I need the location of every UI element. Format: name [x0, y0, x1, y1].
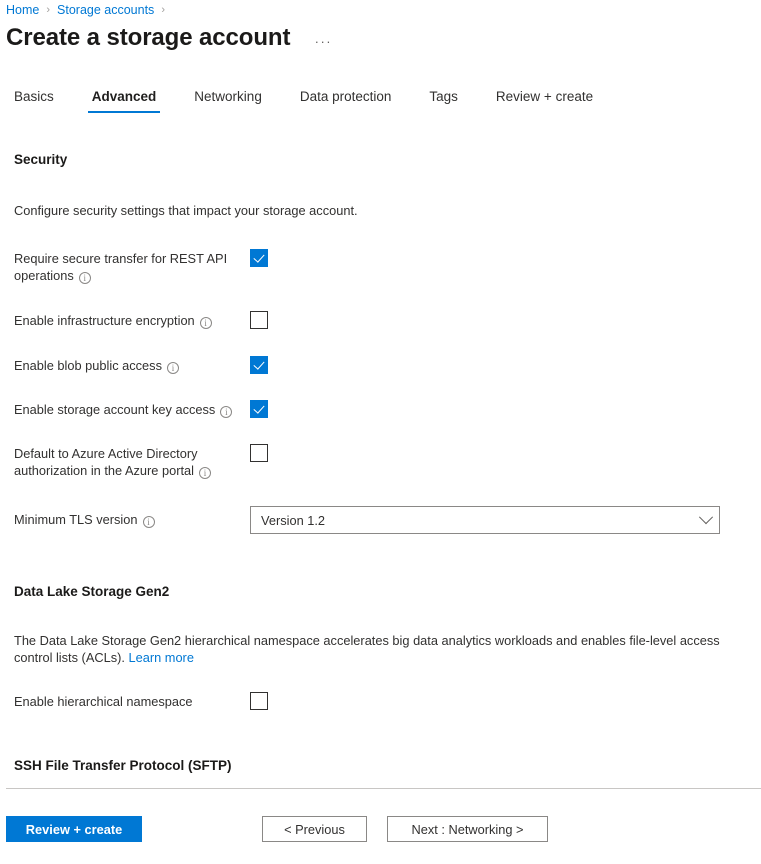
- sftp-section-heading: SSH File Transfer Protocol (SFTP): [14, 758, 232, 773]
- checkbox-azure-ad-authorization[interactable]: [250, 444, 268, 462]
- field-row-infrastructure-encryption: Enable infrastructure encryption i: [14, 311, 761, 329]
- tab-networking[interactable]: Networking: [186, 88, 270, 113]
- label-secure-transfer: Require secure transfer for REST API ope…: [14, 251, 228, 284]
- security-section-heading: Security: [14, 152, 68, 167]
- info-icon[interactable]: i: [199, 317, 212, 329]
- checkbox-hierarchical-namespace[interactable]: [250, 692, 268, 710]
- checkbox-secure-transfer[interactable]: [250, 249, 268, 267]
- breadcrumb-item-home[interactable]: Home: [6, 3, 39, 17]
- learn-more-link[interactable]: Learn more: [129, 650, 194, 665]
- dropdown-minimum-tls-version[interactable]: Version 1.2: [250, 506, 720, 534]
- info-icon[interactable]: i: [220, 406, 233, 418]
- label-minimum-tls-version: Minimum TLS version i: [14, 506, 250, 528]
- wizard-footer: Review + create < Previous Next : Networ…: [0, 816, 761, 844]
- wizard-tabs: Basics Advanced Networking Data protecti…: [6, 88, 623, 120]
- tab-review-create[interactable]: Review + create: [488, 88, 601, 113]
- breadcrumb-item-storage-accounts[interactable]: Storage accounts: [57, 3, 154, 17]
- advanced-tab-panel: Security Configure security settings tha…: [0, 150, 761, 776]
- label-hierarchical-namespace: Enable hierarchical namespace: [14, 694, 193, 709]
- info-icon[interactable]: i: [166, 362, 179, 374]
- label-storage-account-key-access: Enable storage account key access i: [14, 400, 250, 418]
- label-blob-public-access: Enable blob public access i: [14, 356, 250, 374]
- checkbox-infrastructure-encryption[interactable]: [250, 311, 268, 329]
- label-infrastructure-encryption: Enable infrastructure encryption i: [14, 311, 250, 329]
- datalake-section-description: The Data Lake Storage Gen2 hierarchical …: [14, 633, 720, 665]
- info-icon[interactable]: i: [198, 467, 211, 479]
- info-icon[interactable]: i: [142, 516, 155, 528]
- field-row-blob-public-access: Enable blob public access i: [14, 356, 761, 374]
- breadcrumb: Home › Storage accounts ›: [6, 0, 172, 20]
- checkbox-blob-public-access[interactable]: [250, 356, 268, 374]
- review-create-button[interactable]: Review + create: [6, 816, 142, 842]
- previous-button[interactable]: < Previous: [262, 816, 367, 842]
- more-options-icon[interactable]: ···: [310, 30, 336, 52]
- security-section-description: Configure security settings that impact …: [14, 203, 358, 218]
- label-azure-ad-authorization: Default to Azure Active Directory author…: [14, 444, 250, 479]
- tab-advanced[interactable]: Advanced: [84, 88, 165, 113]
- field-row-azure-ad-authorization: Default to Azure Active Directory author…: [14, 444, 761, 479]
- footer-divider: [6, 788, 761, 789]
- tab-tags[interactable]: Tags: [421, 88, 466, 113]
- datalake-section-heading: Data Lake Storage Gen2: [14, 584, 170, 599]
- tab-basics[interactable]: Basics: [6, 88, 62, 113]
- breadcrumb-separator-icon: ›: [161, 4, 165, 16]
- page-title: Create a storage account: [6, 24, 291, 51]
- checkbox-storage-account-key-access[interactable]: [250, 400, 268, 418]
- chevron-down-icon: [698, 510, 714, 525]
- page-header: Create a storage account ···: [6, 22, 336, 54]
- info-icon[interactable]: i: [78, 272, 91, 284]
- field-row-storage-account-key-access: Enable storage account key access i: [14, 400, 761, 418]
- next-button[interactable]: Next : Networking >: [387, 816, 548, 842]
- tab-data-protection[interactable]: Data protection: [292, 88, 400, 113]
- field-row-hierarchical-namespace: Enable hierarchical namespace: [14, 692, 761, 710]
- field-row-minimum-tls-version: Minimum TLS version i Version 1.2: [14, 506, 761, 534]
- field-row-secure-transfer: Require secure transfer for REST API ope…: [14, 249, 761, 284]
- dropdown-selected-value: Version 1.2: [261, 512, 326, 528]
- breadcrumb-separator-icon: ›: [46, 4, 51, 16]
